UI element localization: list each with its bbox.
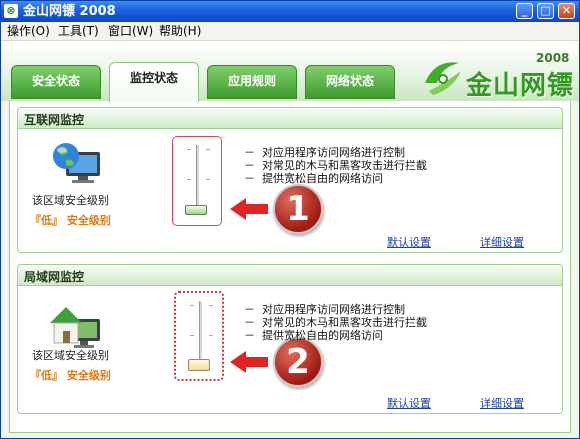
slider-tick	[187, 179, 191, 180]
red-arrow-icon	[230, 351, 268, 373]
app-window: ⊗ 金山网镖 2008 _ □ ✕ 操作(O) 工具(T) 窗口(W) 帮助(H…	[0, 0, 580, 439]
slider-tick	[190, 305, 194, 306]
detail-settings-link[interactable]: 详细设置	[480, 234, 524, 250]
slider-tick	[190, 335, 194, 336]
lan-monitor-panel: 局域网监控 该区域安全级别 『低』 安全级别 2 － 对应用程序访问网络进行控制…	[17, 264, 563, 414]
slider-thumb[interactable]	[188, 359, 210, 371]
tab-monitor-status[interactable]: 监控状态	[109, 62, 199, 102]
red-arrow-icon	[230, 198, 268, 220]
header-banner: 安全状态 监控状态 应用规则 网络状态 2008 金山网镖	[1, 41, 579, 102]
logo-swirl-icon	[425, 62, 461, 95]
menu-operate[interactable]: 操作(O)	[7, 24, 50, 39]
logo-version: 2008	[536, 51, 570, 65]
tab-app-rules[interactable]: 应用规则	[207, 65, 297, 99]
zone-security-label: 该区域安全级别	[32, 194, 109, 207]
slider-thumb[interactable]	[185, 205, 207, 215]
menu-tools[interactable]: 工具(T)	[58, 24, 99, 39]
feature-item: － 对常见的木马和黑客攻击进行拦截	[244, 159, 427, 172]
feature-list: － 对应用程序访问网络进行控制 － 对常见的木马和黑客攻击进行拦截 － 提供宽松…	[244, 303, 427, 342]
close-button[interactable]: ✕	[558, 3, 575, 19]
callout-number-badge: 2	[273, 337, 323, 387]
slider-tick	[187, 149, 191, 150]
minimize-button[interactable]: _	[516, 3, 533, 19]
feature-item: － 提供宽松自由的网络访问	[244, 172, 383, 185]
feature-item: － 提供宽松自由的网络访问	[244, 329, 383, 342]
callout-number-badge: 1	[273, 184, 323, 234]
default-settings-link[interactable]: 默认设置	[387, 395, 431, 411]
tab-network-status[interactable]: 网络状态	[305, 65, 395, 99]
house-monitor-icon	[50, 307, 100, 348]
feature-item: － 对应用程序访问网络进行控制	[244, 303, 405, 316]
monitor-content: 互联网监控 该区域安全级别 『低』 安全级别 1 － 对应用程序访问网络进行控制…	[9, 101, 571, 433]
security-level-text: 『低』 安全级别	[30, 214, 111, 227]
menu-bar: 操作(O) 工具(T) 窗口(W) 帮助(H)	[1, 22, 579, 41]
app-icon: ⊗	[4, 4, 18, 18]
feature-list: － 对应用程序访问网络进行控制 － 对常见的木马和黑客攻击进行拦截 － 提供宽松…	[244, 146, 427, 185]
zone-security-label: 该区域安全级别	[32, 349, 109, 362]
internet-monitor-panel: 互联网监控 该区域安全级别 『低』 安全级别 1 － 对应用程序访问网络进行控制…	[17, 107, 563, 253]
logo-text: 金山网镖	[466, 71, 575, 101]
security-level-slider[interactable]	[172, 136, 222, 226]
tab-security-status[interactable]: 安全状态	[11, 65, 101, 99]
panel-header: 互联网监控	[18, 108, 562, 129]
title-bar[interactable]: ⊗ 金山网镖 2008 _ □ ✕	[1, 1, 579, 22]
feature-item: － 对常见的木马和黑客攻击进行拦截	[244, 316, 427, 329]
slider-tick	[209, 305, 213, 306]
panel-title: 互联网监控	[24, 113, 85, 127]
globe-monitor-icon	[53, 143, 100, 183]
window-title: 金山网镖 2008	[23, 4, 116, 19]
menu-help[interactable]: 帮助(H)	[159, 24, 201, 39]
menu-window[interactable]: 窗口(W)	[108, 24, 153, 39]
slider-tick	[206, 149, 210, 150]
panel-header: 局域网监控	[18, 265, 562, 286]
maximize-button[interactable]: □	[537, 3, 554, 19]
slider-tick	[206, 179, 210, 180]
default-settings-link[interactable]: 默认设置	[387, 234, 431, 250]
panel-title: 局域网监控	[24, 270, 85, 284]
slider-tick	[209, 335, 213, 336]
security-level-text: 『低』 安全级别	[30, 369, 111, 382]
feature-item: － 对应用程序访问网络进行控制	[244, 146, 405, 159]
detail-settings-link[interactable]: 详细设置	[480, 395, 524, 411]
security-level-slider[interactable]	[174, 291, 224, 381]
